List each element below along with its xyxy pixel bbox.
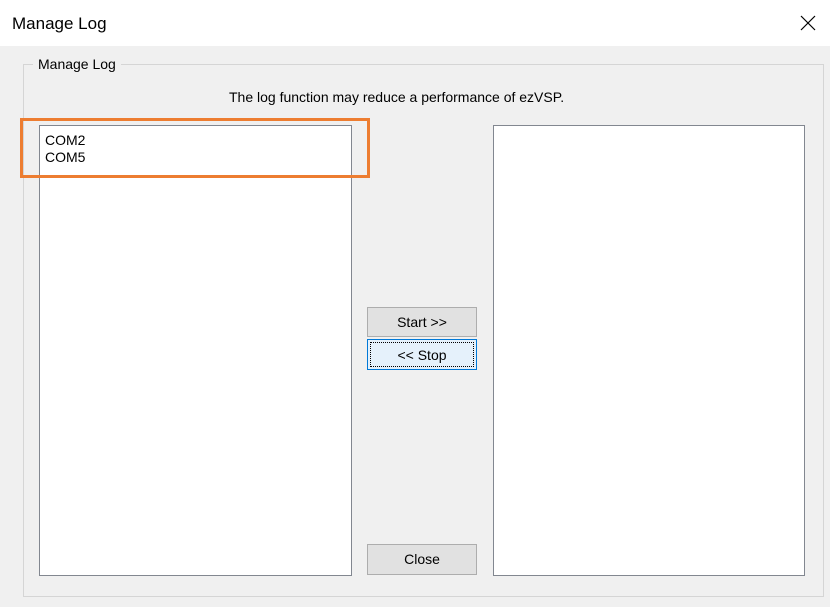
available-ports-list[interactable]: COM2 COM5 (39, 125, 352, 576)
logging-ports-list[interactable] (493, 125, 805, 576)
window-title: Manage Log (12, 14, 107, 33)
start-button[interactable]: Start >> (367, 307, 477, 337)
close-icon (800, 15, 816, 31)
performance-notice: The log function may reduce a performanc… (229, 89, 565, 105)
stop-button[interactable]: << Stop (367, 339, 477, 370)
highlight-annotation (20, 118, 370, 178)
title-bar: Manage Log (0, 0, 830, 46)
close-button[interactable]: Close (367, 544, 477, 575)
window-close-button[interactable] (788, 4, 828, 42)
stop-button-label: << Stop (397, 346, 447, 363)
groupbox-legend: Manage Log (33, 56, 121, 72)
manage-log-dialog: Manage Log Manage Log The log function m… (0, 0, 830, 607)
